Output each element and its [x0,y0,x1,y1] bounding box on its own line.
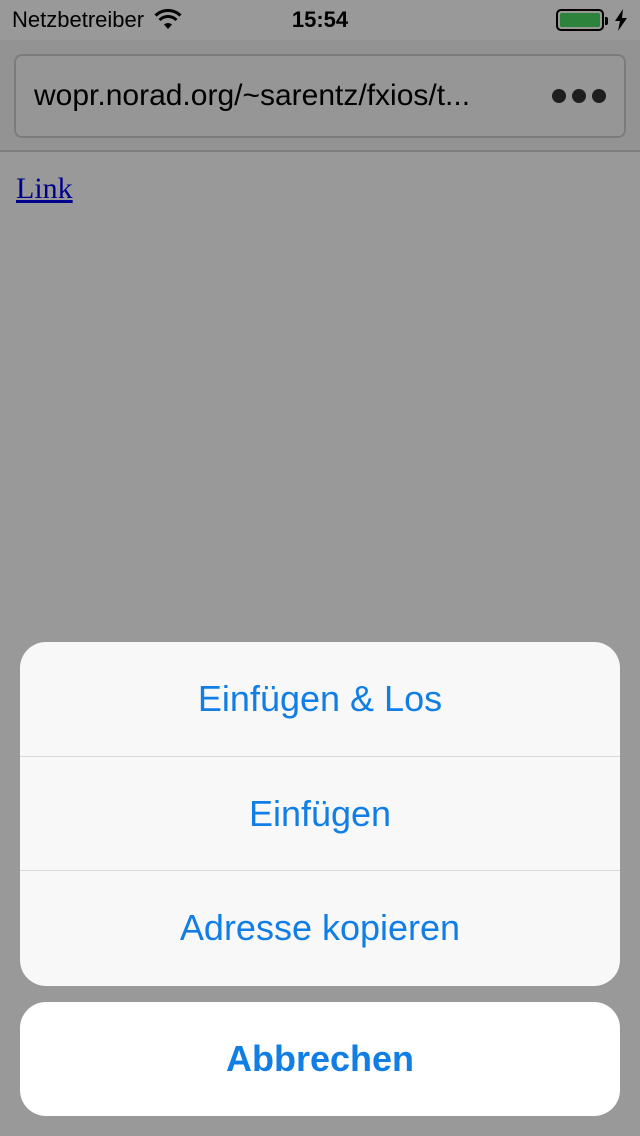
cancel-button[interactable]: Abbrechen [20,1002,620,1116]
action-sheet: Einfügen & Los Einfügen Adresse kopieren [20,642,620,986]
paste-button[interactable]: Einfügen [20,756,620,870]
copy-address-button[interactable]: Adresse kopieren [20,870,620,984]
paste-and-go-button[interactable]: Einfügen & Los [20,642,620,756]
